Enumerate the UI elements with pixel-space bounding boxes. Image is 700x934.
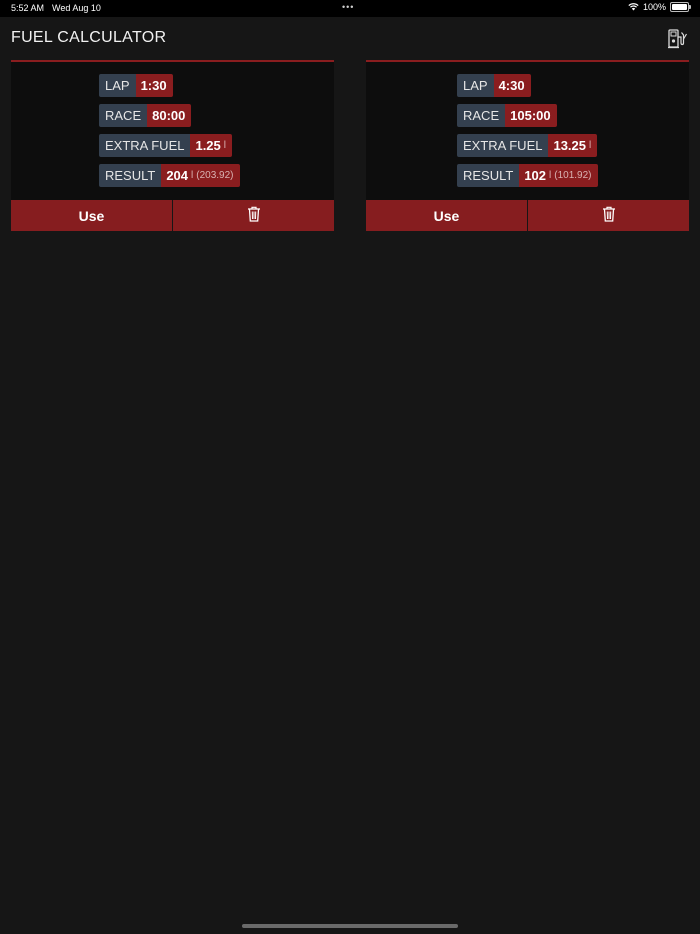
multitasking-dots[interactable]: ••• [342, 2, 354, 12]
result-exact: (101.92) [554, 170, 592, 181]
delete-button[interactable] [173, 200, 334, 231]
trash-icon [247, 206, 261, 225]
use-button[interactable]: Use [11, 200, 172, 231]
extra-fuel-label: EXTRA FUEL [457, 134, 549, 157]
result-value-text: 204 [166, 168, 189, 183]
unit-label: l [549, 170, 552, 181]
unit-label: l [223, 140, 227, 151]
extra-fuel-field[interactable]: EXTRA FUEL 1.25 l [99, 134, 233, 157]
lap-field[interactable]: LAP 4:30 [457, 74, 531, 97]
unit-label: l [589, 140, 592, 151]
result-label: RESULT [457, 164, 520, 187]
race-value: 105:00 [505, 104, 557, 127]
race-value: 80:00 [147, 104, 192, 127]
extra-fuel-value: 1.25 l [190, 134, 233, 157]
card-actions: Use [11, 200, 334, 231]
delete-button[interactable] [528, 200, 689, 231]
trash-icon [602, 206, 616, 225]
result-exact: (203.92) [196, 170, 234, 181]
lap-label: LAP [457, 74, 494, 97]
result-value: 102 l (101.92) [519, 164, 598, 187]
wifi-icon [628, 3, 639, 11]
fuel-card-2: LAP 4:30 RACE 105:00 EXTRA FUEL 13.25 l R… [366, 60, 689, 231]
page-title: FUEL CALCULATOR [11, 29, 167, 46]
lap-label: LAP [99, 74, 136, 97]
race-value-text: 105:00 [510, 108, 551, 123]
result-label: RESULT [99, 164, 162, 187]
race-label: RACE [457, 104, 506, 127]
unit-label: l [191, 170, 194, 181]
status-right: 100% [628, 2, 691, 12]
result-field: RESULT 102 l (101.92) [457, 164, 598, 187]
result-field: RESULT 204 l (203.92) [99, 164, 240, 187]
card-actions: Use [366, 200, 689, 231]
card-body: LAP 1:30 RACE 80:00 EXTRA FUEL 1.25 l RES… [11, 62, 334, 200]
extra-fuel-label: EXTRA FUEL [99, 134, 191, 157]
home-indicator[interactable] [242, 924, 458, 928]
lap-value-text: 1:30 [140, 78, 167, 93]
lap-value-text: 4:30 [498, 78, 525, 93]
battery-percent: 100% [642, 2, 666, 12]
extra-fuel-value-text: 1.25 [195, 138, 221, 153]
race-value-text: 80:00 [152, 108, 186, 123]
use-button[interactable]: Use [366, 200, 527, 231]
extra-fuel-value: 13.25 l [548, 134, 598, 157]
extra-fuel-value-text: 13.25 [553, 138, 587, 153]
lap-value: 4:30 [493, 74, 531, 97]
battery-icon [670, 2, 691, 12]
extra-fuel-field[interactable]: EXTRA FUEL 13.25 l [457, 134, 598, 157]
status-time: 5:52 AM [11, 3, 45, 13]
status-date: Wed Aug 10 [52, 3, 101, 13]
fuel-pump-icon[interactable] [667, 28, 689, 50]
result-value: 204 l (203.92) [161, 164, 240, 187]
status-bar: 5:52 AM Wed Aug 10 ••• 100% [0, 0, 700, 17]
lap-value: 1:30 [135, 74, 173, 97]
result-value-text: 102 [524, 168, 547, 183]
card-body: LAP 4:30 RACE 105:00 EXTRA FUEL 13.25 l R… [366, 62, 689, 200]
race-label: RACE [99, 104, 148, 127]
lap-field[interactable]: LAP 1:30 [99, 74, 173, 97]
race-field[interactable]: RACE 80:00 [99, 104, 192, 127]
race-field[interactable]: RACE 105:00 [457, 104, 557, 127]
fuel-card-1: LAP 1:30 RACE 80:00 EXTRA FUEL 1.25 l RES… [11, 60, 334, 231]
